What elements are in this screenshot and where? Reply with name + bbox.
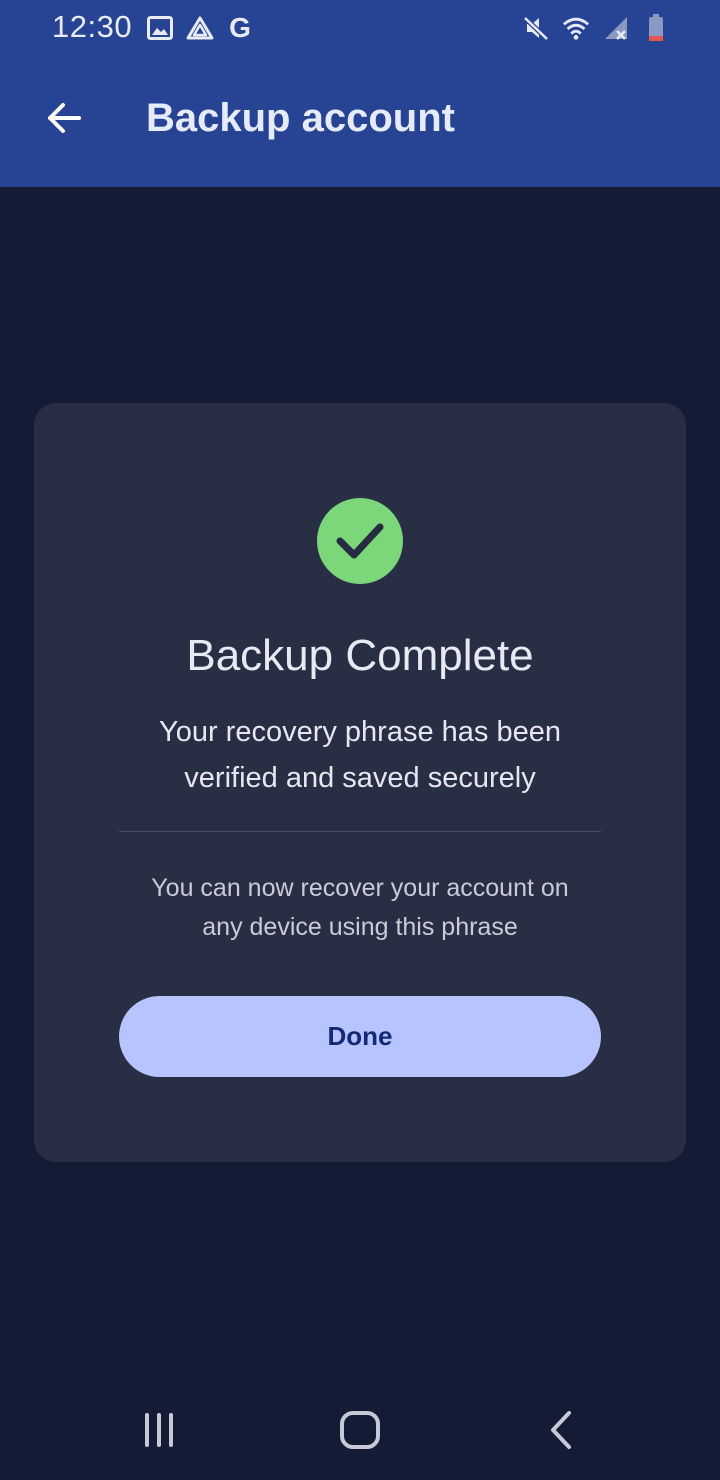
backup-complete-card: Backup Complete Your recovery phrase has… [34, 403, 686, 1162]
back-button[interactable] [34, 88, 94, 148]
drive-icon [186, 14, 214, 42]
wifi-icon [562, 14, 590, 42]
gallery-icon [146, 14, 174, 42]
back-icon [551, 1411, 571, 1449]
card-message-line-2: verified and saved securely [184, 762, 536, 794]
arrow-left-icon [48, 103, 81, 133]
card-title: Backup Complete [186, 631, 534, 680]
mute-icon [522, 14, 550, 42]
app-bar: Backup account [0, 56, 720, 187]
check-circle-icon [317, 498, 403, 584]
battery-low-icon [642, 14, 670, 42]
navigation-bar [0, 1385, 720, 1480]
status-system-icons [522, 12, 670, 44]
screen: 12:30 G Backup account Backup Complete Y… [0, 0, 720, 1480]
home-icon [340, 1411, 380, 1449]
done-button[interactable]: Done [119, 996, 601, 1077]
google-g-icon: G [229, 12, 251, 43]
nav-back-button[interactable] [532, 1405, 592, 1455]
top-area: 12:30 G Backup account [0, 0, 720, 187]
card-note-line-2: any device using this phrase [202, 913, 518, 941]
divider [119, 831, 601, 832]
card-message-line-1: Your recovery phrase has been [159, 716, 561, 748]
signal-icon [602, 14, 630, 42]
status-notification-icons: G [146, 12, 254, 44]
recents-icon [145, 1413, 173, 1447]
card-note: You can now recover your account on any … [114, 869, 606, 947]
status-time: 12:30 [52, 9, 133, 44]
status-bar: 12:30 G [0, 0, 720, 56]
home-button[interactable] [330, 1405, 390, 1455]
card-message: Your recovery phrase has been verified a… [114, 709, 606, 801]
page-title: Backup account [146, 96, 455, 140]
recents-button[interactable] [129, 1405, 189, 1455]
card-note-line-1: You can now recover your account on [151, 874, 569, 902]
